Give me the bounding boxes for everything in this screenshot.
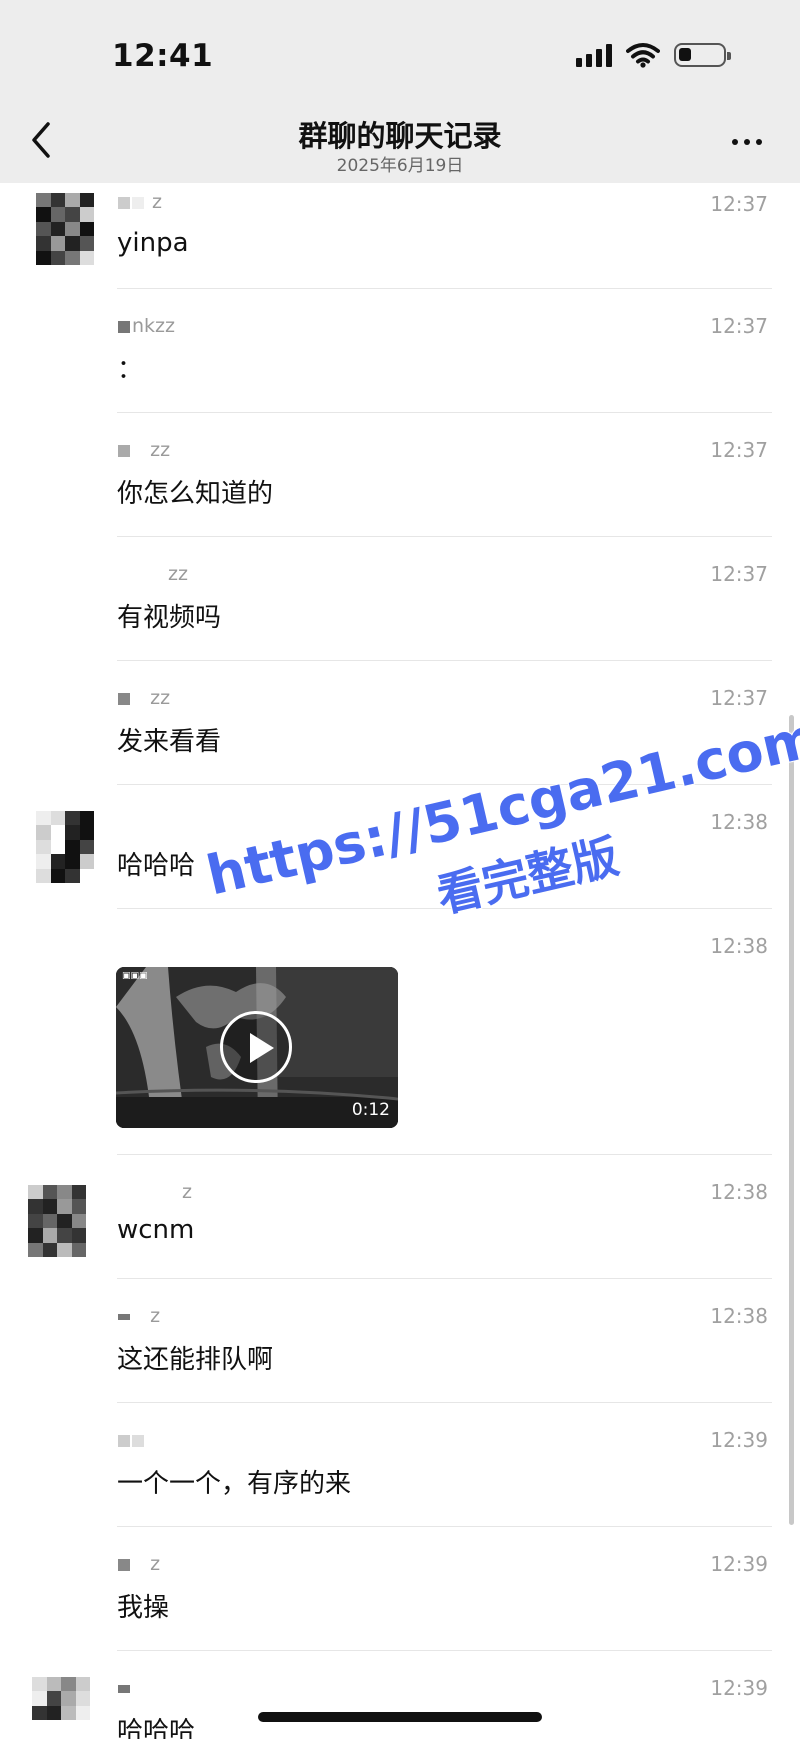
- message-text: 哈哈哈: [117, 1717, 196, 1739]
- sender-name: [118, 1677, 132, 1699]
- message-item[interactable]: 12:38 哈哈哈: [0, 785, 800, 908]
- sender-name: z: [118, 1553, 160, 1575]
- message-time: 12:38: [710, 1304, 768, 1328]
- message-item[interactable]: 12:39 哈哈哈: [0, 1651, 800, 1739]
- page-subtitle-date: 2025年6月19日: [336, 156, 464, 176]
- message-text: 哈哈哈: [117, 851, 196, 881]
- avatar[interactable]: [36, 193, 94, 265]
- battery-icon: [674, 43, 731, 67]
- play-icon[interactable]: [220, 1011, 292, 1083]
- more-dots-icon: [732, 139, 738, 145]
- message-time: 12:38: [710, 810, 768, 834]
- avatar[interactable]: [32, 1677, 90, 1739]
- message-time: 12:37: [710, 686, 768, 710]
- top-bar: 12:41 群聊的聊天记录 2025年6月19日: [0, 0, 800, 183]
- message-text: ：: [117, 355, 144, 385]
- video-duration: 0:12: [351, 1100, 390, 1120]
- message-time: 12:37: [710, 562, 768, 586]
- message-text: 这还能排队啊: [117, 1345, 274, 1375]
- wifi-icon: [626, 43, 660, 68]
- message-time: 12:38: [710, 934, 768, 958]
- status-icons: [576, 42, 731, 68]
- avatar[interactable]: [36, 811, 94, 883]
- message-time: 12:38: [710, 1180, 768, 1204]
- message-item[interactable]: z 12:37 yinpa: [0, 183, 800, 288]
- message-item[interactable]: zz 12:37 你怎么知道的: [0, 413, 800, 536]
- message-item[interactable]: zz 12:37 有视频吗: [0, 537, 800, 660]
- message-text: 一个一个，有序的来: [117, 1469, 352, 1499]
- scrollbar[interactable]: [789, 715, 794, 1525]
- sender-name: nkzz: [118, 315, 175, 337]
- sender-name: zz: [118, 687, 170, 709]
- message-item[interactable]: zz 12:37 发来看看: [0, 661, 800, 784]
- more-options-button[interactable]: [724, 128, 770, 156]
- message-item[interactable]: 12:38 ▣▣▣ 0:12: [0, 909, 800, 1154]
- status-time: 12:41: [112, 38, 214, 74]
- avatar[interactable]: [28, 1185, 86, 1257]
- message-item[interactable]: z 12:38 这还能排队啊: [0, 1279, 800, 1402]
- video-badge: ▣▣▣: [122, 971, 148, 981]
- message-text: 你怎么知道的: [117, 479, 274, 509]
- message-text: 发来看看: [117, 727, 222, 757]
- sender-name: z: [118, 1305, 160, 1327]
- message-time: 12:37: [710, 314, 768, 338]
- message-item[interactable]: z 12:39 我操: [0, 1527, 800, 1650]
- chat-history-screen: 12:41 群聊的聊天记录 2025年6月19日 z 12:37 yinpa n…: [0, 0, 800, 1739]
- message-text: wcnm: [117, 1215, 195, 1245]
- message-time: 12:39: [710, 1552, 768, 1576]
- message-text: 有视频吗: [117, 603, 222, 633]
- home-indicator[interactable]: [258, 1712, 542, 1722]
- message-time: 12:39: [710, 1428, 768, 1452]
- message-item[interactable]: nkzz 12:37 ：: [0, 289, 800, 412]
- sender-name: z: [118, 191, 162, 213]
- message-time: 12:39: [710, 1676, 768, 1700]
- message-time: 12:37: [710, 192, 768, 216]
- page-title: 群聊的聊天记录: [298, 119, 502, 153]
- video-thumbnail[interactable]: ▣▣▣ 0:12: [116, 967, 398, 1128]
- message-text: 我操: [117, 1593, 170, 1623]
- message-item[interactable]: 12:39 一个一个，有序的来: [0, 1403, 800, 1526]
- sender-name: [118, 1429, 146, 1451]
- signal-icon: [576, 43, 612, 67]
- sender-name: zz: [118, 439, 170, 461]
- message-text: yinpa: [117, 228, 189, 258]
- sender-name: z: [182, 1181, 192, 1203]
- sender-name: zz: [168, 563, 188, 585]
- message-time: 12:37: [710, 438, 768, 462]
- message-item[interactable]: z 12:38 wcnm: [0, 1155, 800, 1278]
